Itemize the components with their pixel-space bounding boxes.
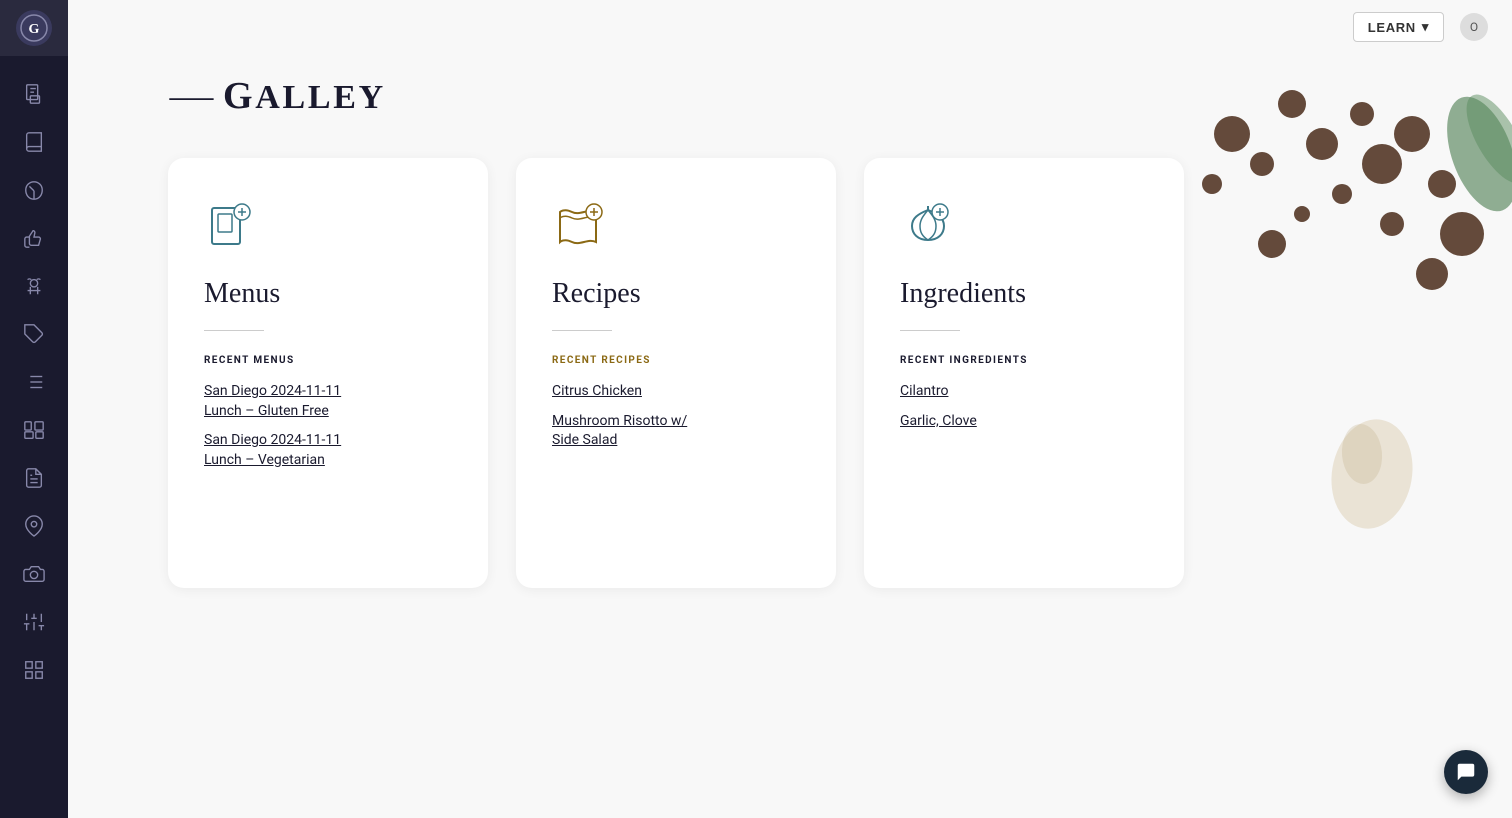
recipe-item-1[interactable]: Citrus Chicken	[552, 382, 800, 402]
sidebar-item-tag[interactable]	[0, 312, 68, 356]
chat-button[interactable]	[1444, 750, 1488, 794]
recipe-item-2[interactable]: Mushroom Risotto w/Side Salad	[552, 412, 800, 451]
recipes-card-icon	[552, 198, 608, 254]
ingredients-divider	[900, 330, 960, 331]
main-content: LEARN ▾ O ⸺ GALLEY	[68, 0, 1512, 818]
sidebar-item-camera[interactable]	[0, 552, 68, 596]
cards-container: Menus RECENT MENUS San Diego 2024-11-11L…	[168, 158, 1452, 588]
brand-name: GALLEY	[223, 74, 386, 118]
learn-label: LEARN	[1368, 20, 1416, 35]
sidebar-item-file[interactable]	[0, 456, 68, 500]
key-icon: ⸺	[168, 76, 215, 116]
sidebar-item-location[interactable]	[0, 504, 68, 548]
recipes-divider	[552, 330, 612, 331]
ingredients-card: Ingredients RECENT INGREDIENTS Cilantro …	[864, 158, 1184, 588]
ingredient-item-1[interactable]: Cilantro	[900, 382, 1148, 402]
sidebar-item-sliders[interactable]	[0, 600, 68, 644]
sidebar-item-chef[interactable]	[0, 264, 68, 308]
sidebar: G	[0, 0, 68, 818]
sidebar-logo[interactable]: G	[0, 0, 68, 56]
sidebar-item-documents[interactable]	[0, 72, 68, 116]
sidebar-logo-circle: G	[16, 10, 52, 46]
sidebar-item-thumbsup[interactable]	[0, 216, 68, 260]
sidebar-item-book[interactable]	[0, 120, 68, 164]
sidebar-nav	[0, 64, 68, 700]
recipes-card: Recipes RECENT RECIPES Citrus Chicken Mu…	[516, 158, 836, 588]
menus-section-label: RECENT MENUS	[204, 355, 452, 366]
chevron-down-icon: ▾	[1422, 19, 1429, 35]
sidebar-item-cards[interactable]	[0, 408, 68, 452]
ingredients-card-title: Ingredients	[900, 278, 1148, 310]
recipes-card-title: Recipes	[552, 278, 800, 310]
menus-divider	[204, 330, 264, 331]
menus-card: Menus RECENT MENUS San Diego 2024-11-11L…	[168, 158, 488, 588]
svg-text:G: G	[29, 22, 40, 37]
menus-card-icon	[204, 198, 260, 254]
ingredients-section-label: RECENT INGREDIENTS	[900, 355, 1148, 366]
menu-item-2[interactable]: San Diego 2024-11-11Lunch – Vegetarian	[204, 431, 452, 470]
sidebar-item-list[interactable]	[0, 360, 68, 404]
ingredient-item-2[interactable]: Garlic, Clove	[900, 412, 1148, 432]
recipes-section-label: RECENT RECIPES	[552, 355, 800, 366]
content-area: ⸺ GALLEY	[68, 54, 1512, 818]
sidebar-item-leaf[interactable]	[0, 168, 68, 212]
topbar: LEARN ▾ O	[68, 0, 1512, 54]
menu-item-1[interactable]: San Diego 2024-11-11Lunch – Gluten Free	[204, 382, 452, 421]
sidebar-item-grid[interactable]	[0, 648, 68, 692]
learn-button[interactable]: LEARN ▾	[1353, 12, 1444, 42]
ingredients-card-icon	[900, 198, 956, 254]
menus-card-title: Menus	[204, 278, 452, 310]
brand-logo: ⸺ GALLEY	[168, 74, 1452, 118]
user-avatar[interactable]: O	[1460, 13, 1488, 41]
